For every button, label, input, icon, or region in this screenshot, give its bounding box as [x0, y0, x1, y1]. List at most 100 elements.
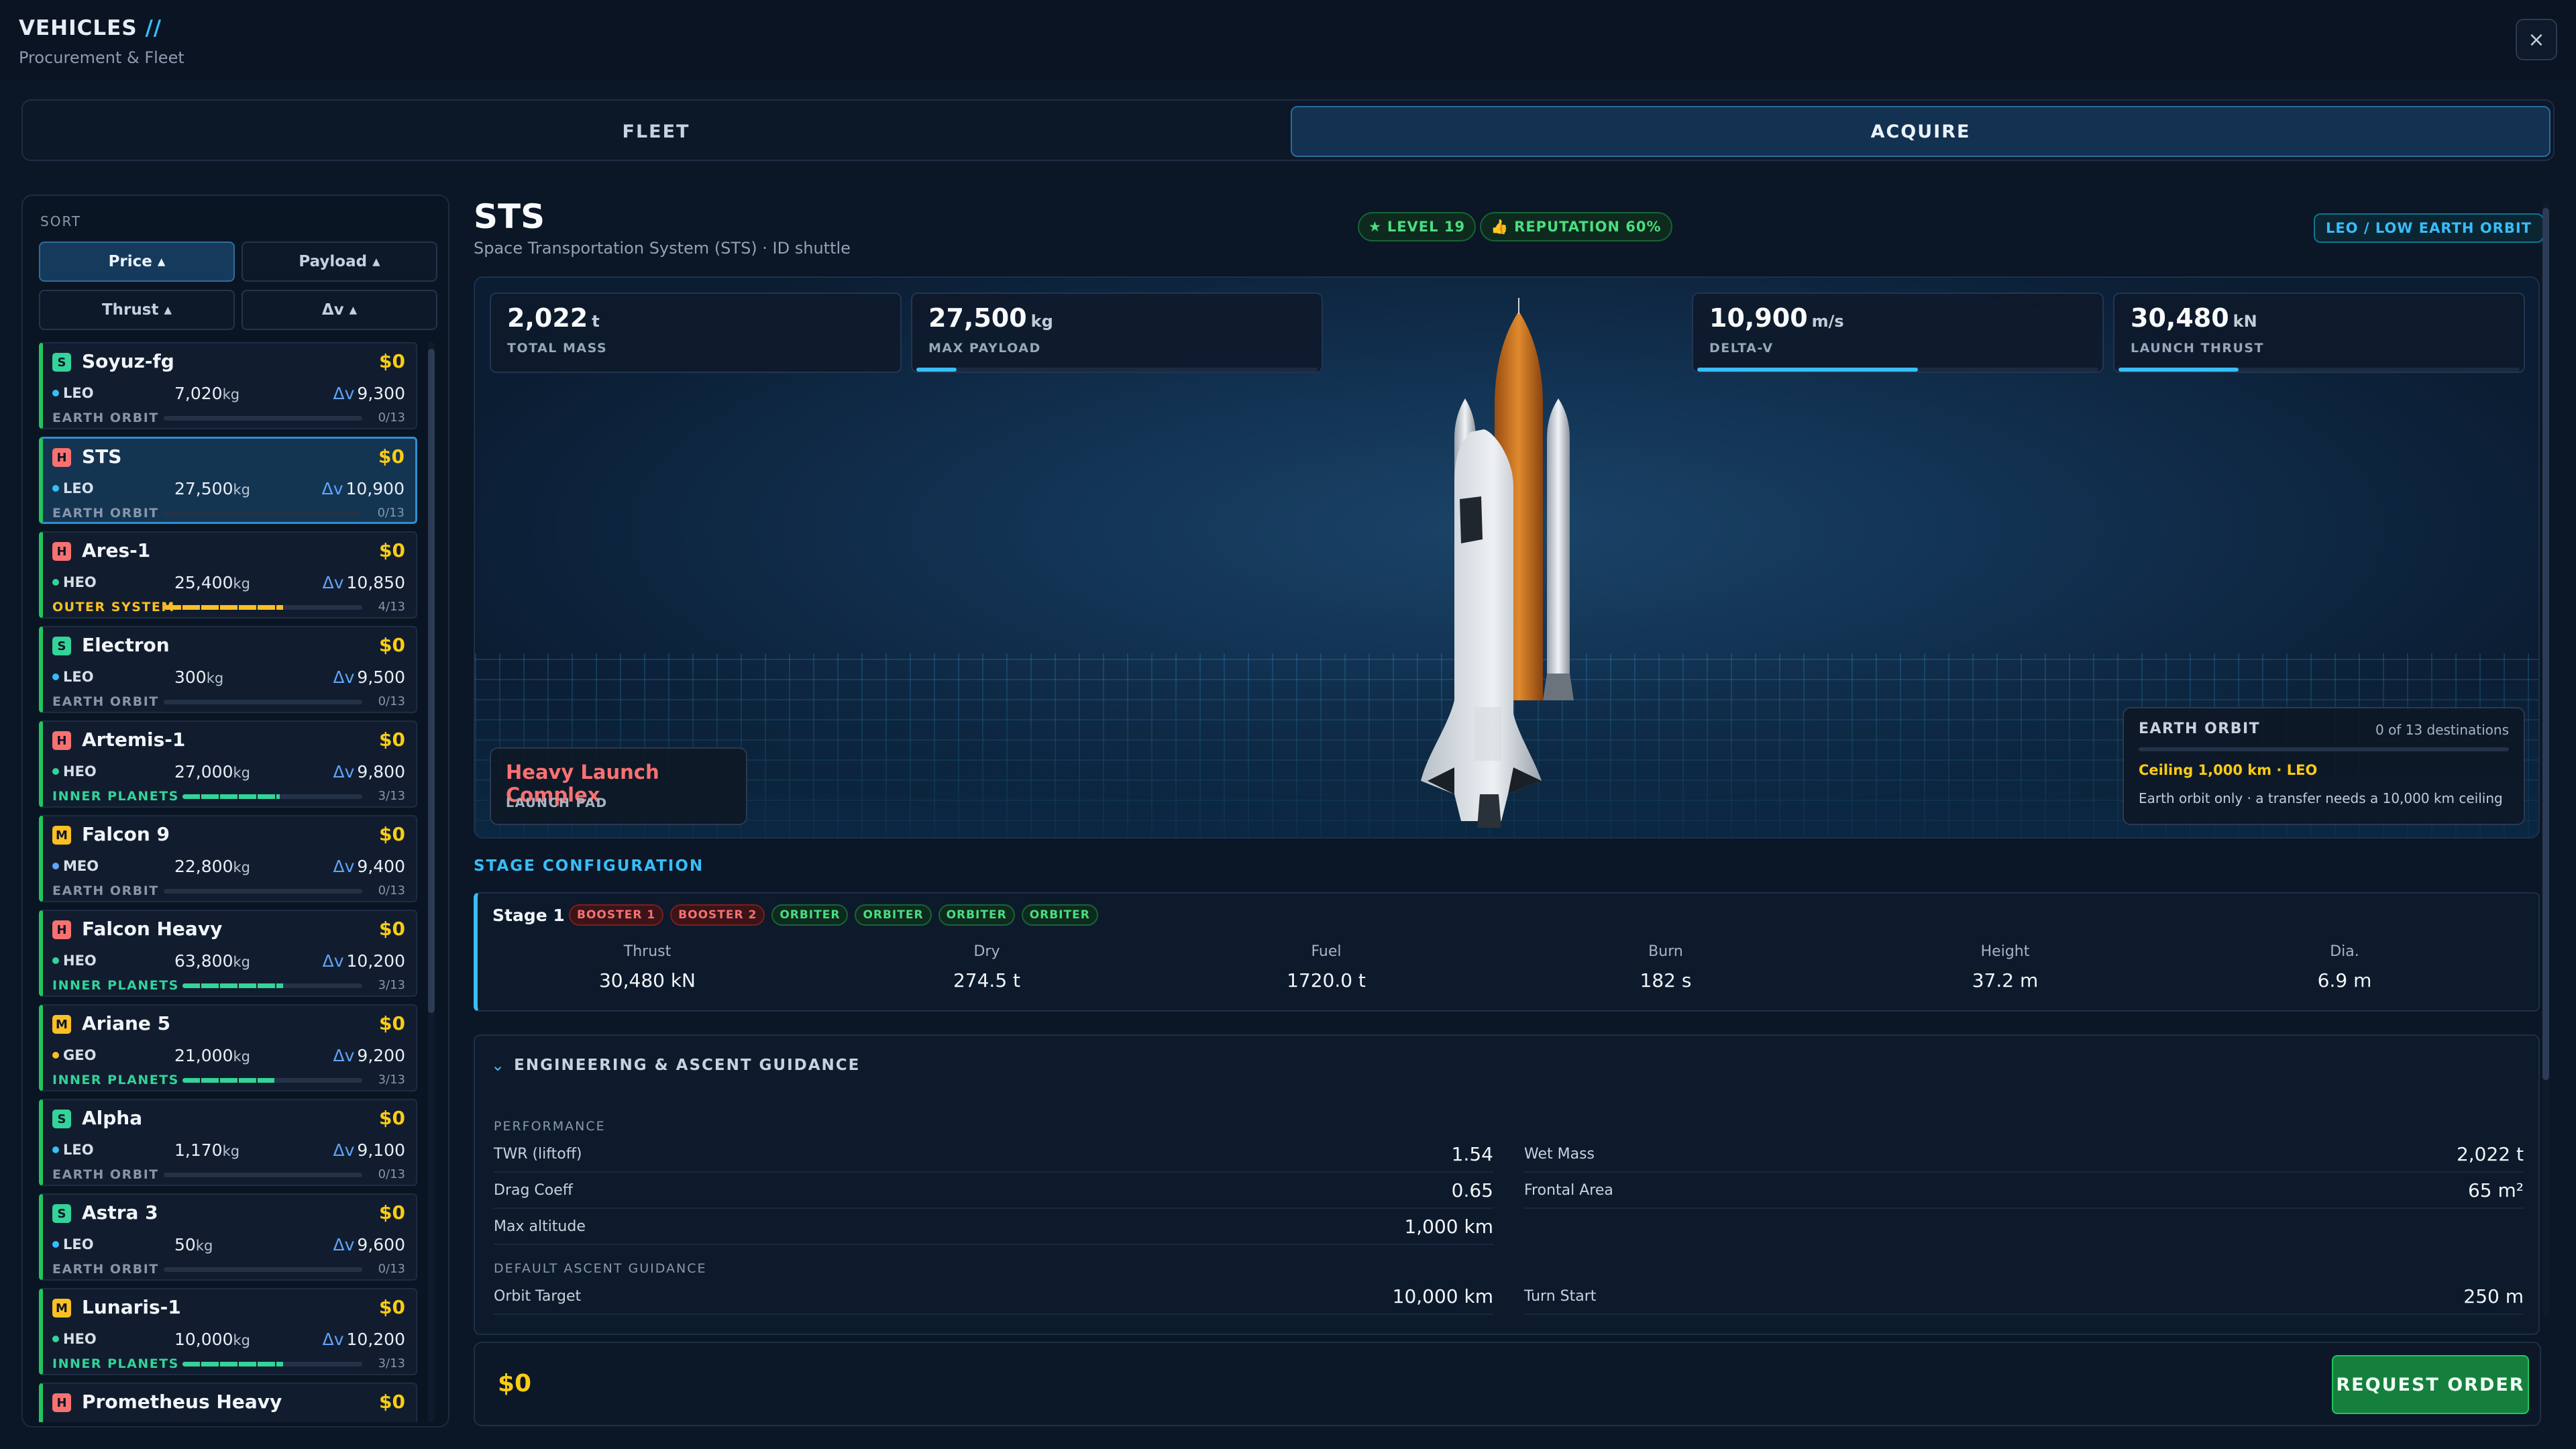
page-title: VEHICLES // — [19, 16, 162, 40]
vehicle-item-deltav: Δv 10,900 — [321, 479, 405, 498]
vehicle-item-payload: 10,000kg — [174, 1330, 250, 1349]
launch-pad-label: LAUNCH PAD — [506, 796, 608, 810]
shuttle-illustration — [1421, 298, 1574, 828]
vehicle-item-deltav: Δv 10,850 — [322, 573, 405, 592]
vehicle-item-payload: 25,400kg — [174, 573, 250, 592]
vehicle-item-deltav: Δv 9,600 — [333, 1235, 405, 1254]
vehicle-item-destination: OUTER SYSTEM — [52, 600, 175, 614]
reputation-badge: 👍 REPUTATION 60% — [1480, 212, 1672, 241]
vehicle-item-progress — [182, 983, 362, 988]
request-order-button[interactable]: REQUEST ORDER — [2332, 1355, 2529, 1414]
vehicle-item-price: $0 — [379, 539, 405, 561]
vehicle-name: STS — [474, 197, 545, 236]
vehicle-item-count: 0/13 — [378, 1167, 405, 1181]
engineering-row: Drag Coeff 0.65 — [494, 1173, 1493, 1209]
vehicle-item-orbit: HEO — [52, 953, 97, 969]
stat-delta-v: 10,900 m/s DELTA-V — [1692, 292, 2104, 373]
stage-tag: ORBITER — [1021, 904, 1098, 926]
vehicle-subtitle: Space Transportation System (STS) · ID s… — [474, 239, 851, 258]
vehicle-list-item[interactable]: H Prometheus Heavy $0 — [39, 1383, 417, 1422]
vehicle-item-deltav: Δv 10,200 — [322, 1330, 405, 1349]
vehicle-list-item[interactable]: M Ariane 5 $0 GEO 21,000kg Δv 9,200 INNER PLANE… — [39, 1004, 417, 1091]
class-badge: S — [52, 637, 71, 655]
vehicle-item-orbit: HEO — [52, 1331, 97, 1347]
vehicle-item-progress — [182, 1078, 362, 1083]
vehicle-item-count: 0/13 — [378, 1262, 405, 1276]
engineering-row: Turn Start 250 m — [1524, 1279, 2524, 1315]
sort-thrust-button[interactable]: Thrust ▴ — [39, 290, 235, 330]
vehicle-item-count: 0/13 — [377, 506, 405, 520]
order-footer: $0 REQUEST ORDER — [474, 1342, 2541, 1426]
vehicle-list[interactable]: S Soyuz-fg $0 LEO 7,020kg Δv 9,300 EARTH ORBIT 0… — [39, 342, 417, 1422]
vehicle-item-name: Artemis-1 — [82, 729, 186, 751]
vehicle-item-count: 4/13 — [378, 600, 405, 614]
vehicle-item-name: Prometheus Heavy — [82, 1391, 282, 1413]
stage-stat: Height 37.2 m — [1972, 943, 2039, 991]
vehicle-item-orbit: MEO — [52, 858, 99, 874]
vehicle-item-destination: INNER PLANETS — [52, 789, 179, 804]
vehicle-viewport[interactable]: 2,022 t TOTAL MASS 27,500 kg MAX PAYLOAD 1… — [474, 276, 2540, 839]
vehicle-item-payload: 27,000kg — [174, 762, 250, 782]
vehicle-list-item[interactable]: S Soyuz-fg $0 LEO 7,020kg Δv 9,300 EARTH ORBIT 0… — [39, 342, 417, 429]
tab-fleet[interactable]: FLEET — [28, 106, 1284, 157]
vehicle-detail: STS Space Transportation System (STS) · … — [474, 195, 2544, 1335]
stage-config-heading: STAGE CONFIGURATION — [474, 857, 704, 875]
vehicle-item-count: 3/13 — [378, 789, 405, 803]
vehicle-list-scrollbar[interactable] — [428, 342, 435, 1422]
vehicle-item-name: Ariane 5 — [82, 1012, 171, 1034]
vehicle-item-payload: 7,020kg — [174, 384, 240, 403]
engineering-row: Orbit Target 10,000 km — [494, 1279, 1493, 1315]
header: VEHICLES // Procurement & Fleet × — [0, 0, 2576, 80]
sort-payload-button[interactable]: Payload ▴ — [241, 241, 437, 282]
vehicle-item-orbit: LEO — [52, 480, 94, 496]
vehicle-item-orbit: LEO — [52, 385, 94, 401]
vehicle-list-item[interactable]: S Astra 3 $0 LEO 50kg Δv 9,600 EARTH ORBIT 0/13 — [39, 1193, 417, 1281]
vehicle-item-name: Alpha — [82, 1107, 143, 1129]
vehicle-item-deltav: Δv 9,100 — [333, 1140, 405, 1160]
vehicle-item-destination: INNER PLANETS — [52, 1073, 179, 1087]
launch-pad-card[interactable]: Heavy Launch Complex LAUNCH PAD — [490, 747, 747, 825]
page-subtitle: Procurement & Fleet — [19, 48, 184, 67]
class-badge: H — [52, 920, 71, 939]
vehicle-list-item[interactable]: H STS $0 LEO 27,500kg Δv 10,900 EARTH ORBIT 0/13 — [39, 437, 417, 524]
sort-price-button[interactable]: Price ▴ — [39, 241, 235, 282]
vehicle-item-price: $0 — [379, 1391, 405, 1413]
orbit-pill: LEO / LOW EARTH ORBIT — [2313, 213, 2544, 243]
engineering-row: TWR (liftoff) 1.54 — [494, 1136, 1493, 1173]
vehicle-item-orbit: HEO — [52, 574, 97, 590]
vehicle-item-deltav: Δv 9,300 — [333, 384, 405, 403]
vehicle-item-count: 3/13 — [378, 1073, 405, 1087]
detail-scrollbar[interactable] — [2542, 201, 2549, 1315]
vehicle-item-price: $0 — [379, 350, 405, 372]
vehicle-list-item[interactable]: M Falcon 9 $0 MEO 22,800kg Δv 9,400 EARTH ORBIT… — [39, 815, 417, 902]
class-badge: M — [52, 1299, 71, 1318]
stage-stat: Burn 182 s — [1640, 943, 1692, 991]
sort-label: SORT — [40, 213, 82, 229]
order-price: $0 — [498, 1370, 532, 1397]
vehicle-list-item[interactable]: S Alpha $0 LEO 1,170kg Δv 9,100 EARTH ORBIT 0/13 — [39, 1099, 417, 1186]
vehicle-list-item[interactable]: H Artemis-1 $0 HEO 27,000kg Δv 9,800 INNER PLAN… — [39, 720, 417, 808]
stage-stat: Thrust 30,480 kN — [598, 943, 696, 991]
stage-tag: BOOSTER 2 — [670, 904, 765, 926]
vehicle-item-payload: 27,500kg — [174, 479, 250, 498]
vehicle-list-item[interactable]: H Ares-1 $0 HEO 25,400kg Δv 10,850 OUTER SYSTEM… — [39, 531, 417, 619]
vehicle-item-orbit: LEO — [52, 669, 94, 685]
chevron-down-icon: ⌄ — [491, 1056, 505, 1075]
sort-deltav-button[interactable]: Δv ▴ — [241, 290, 437, 330]
vehicle-list-item[interactable]: H Falcon Heavy $0 HEO 63,800kg Δv 10,200 INNER … — [39, 910, 417, 997]
vehicle-item-name: Ares-1 — [82, 539, 151, 561]
engineering-toggle[interactable]: ⌄ ENGINEERING & ASCENT GUIDANCE — [491, 1056, 860, 1075]
vehicle-list-item[interactable]: S Electron $0 LEO 300kg Δv 9,500 EARTH ORBIT 0/1… — [39, 626, 417, 713]
class-badge: M — [52, 1015, 71, 1034]
vehicle-list-item[interactable]: M Lunaris-1 $0 HEO 10,000kg Δv 10,200 INNER PLA… — [39, 1288, 417, 1375]
stage-tag: ORBITER — [855, 904, 932, 926]
class-badge: S — [52, 1110, 71, 1128]
tab-acquire[interactable]: ACQUIRE — [1291, 106, 2551, 157]
stage-card: Stage 1 BOOSTER 1 BOOSTER 2 ORBITER ORBITER… — [474, 892, 2540, 1012]
close-button[interactable]: × — [2516, 19, 2557, 60]
tab-bar: FLEET ACQUIRE — [21, 99, 2555, 161]
stage-stat: Dia. 6.9 m — [2317, 943, 2372, 991]
vehicle-item-destination: INNER PLANETS — [52, 1356, 179, 1371]
stat-total-mass: 2,022 t TOTAL MASS — [490, 292, 902, 373]
class-badge: S — [52, 1204, 71, 1223]
